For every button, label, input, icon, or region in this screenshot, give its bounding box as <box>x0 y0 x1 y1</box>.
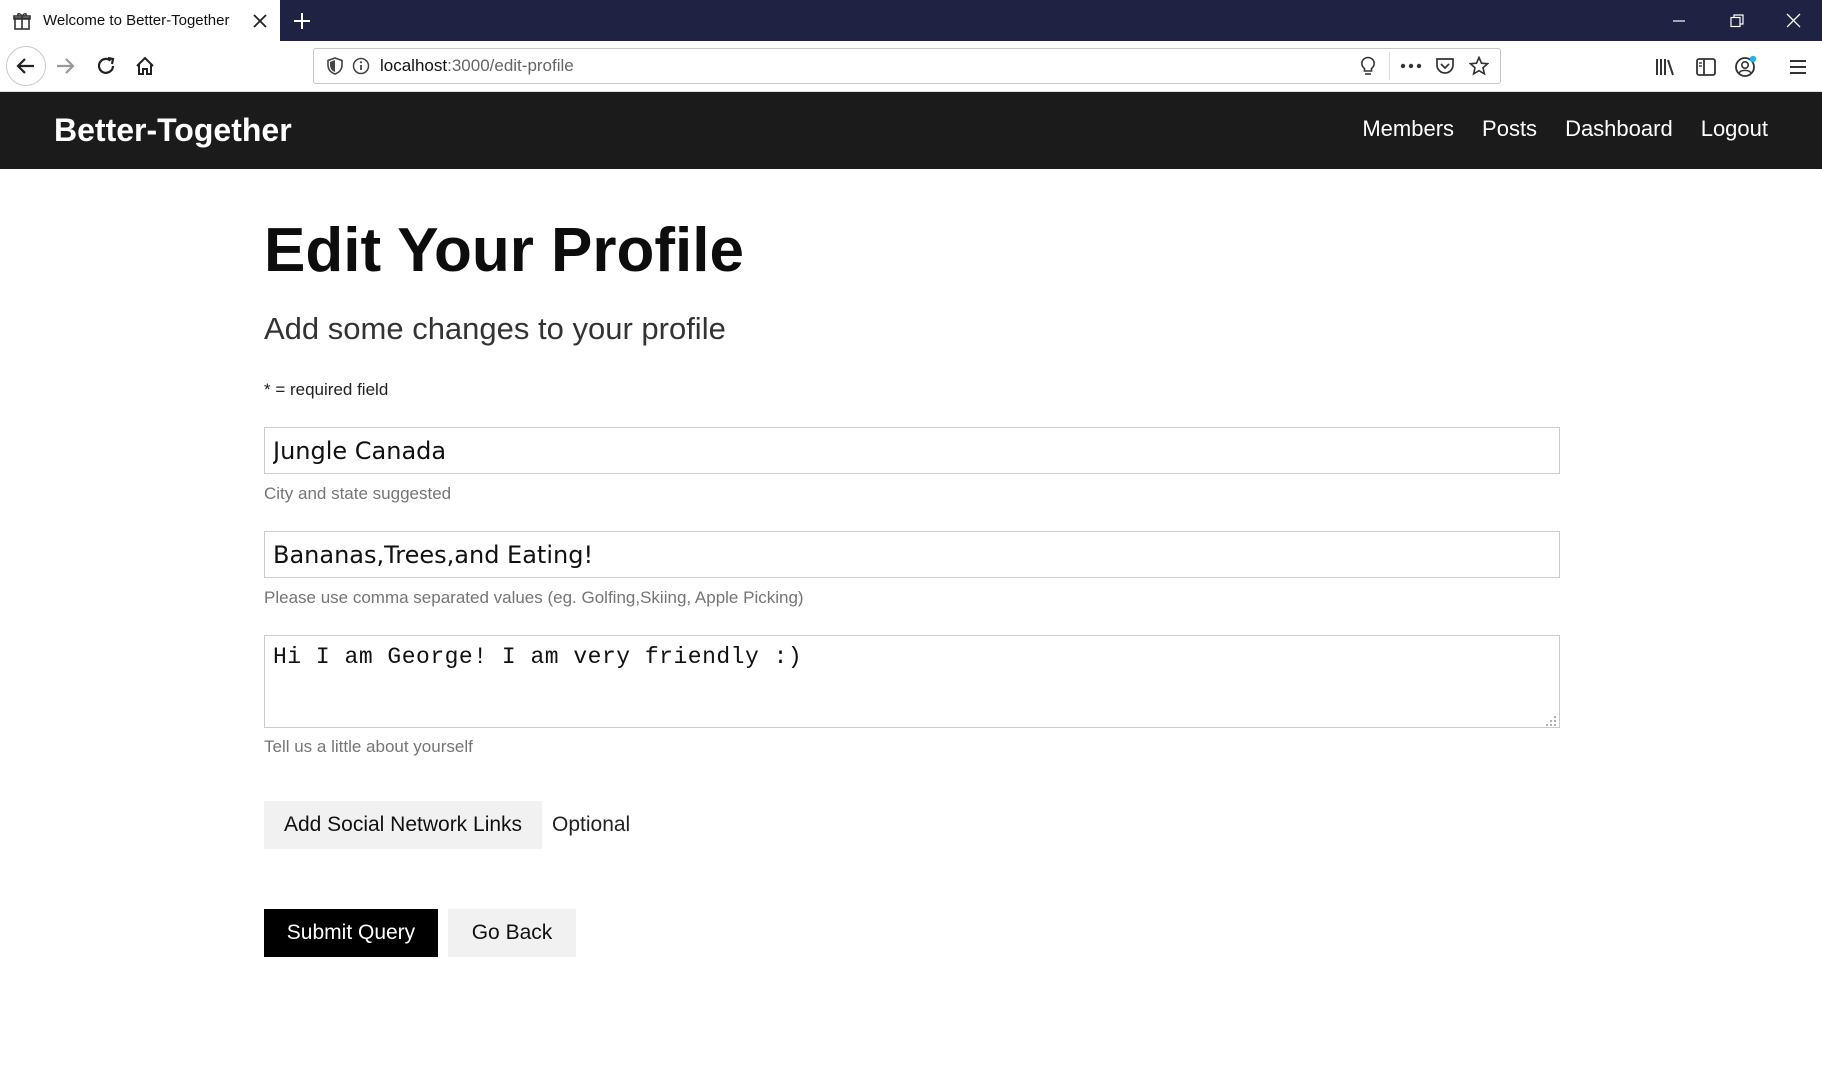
library-icon[interactable] <box>1651 53 1679 81</box>
interests-help: Please use comma separated values (eg. G… <box>264 588 804 607</box>
hamburger-menu-icon[interactable] <box>1784 53 1812 81</box>
shield-icon[interactable] <box>322 53 348 79</box>
location-input[interactable] <box>264 427 1560 474</box>
nav-link-logout[interactable]: Logout <box>1701 116 1768 142</box>
arrow-left-icon[interactable] <box>6 46 46 86</box>
reload-icon[interactable] <box>87 47 125 85</box>
submit-button[interactable]: Submit Query <box>264 909 438 957</box>
location-help: City and state suggested <box>264 484 452 503</box>
home-icon[interactable] <box>126 47 164 85</box>
minimize-icon[interactable] <box>1650 0 1707 41</box>
nav-link-dashboard[interactable]: Dashboard <box>1565 116 1673 142</box>
url-text: localhost:3000/edit-profile <box>380 56 574 75</box>
bio-textarea[interactable]: Hi I am George! I am very friendly :) <box>264 635 1560 728</box>
browser-tab[interactable]: Welcome to Better-Together <box>0 0 280 41</box>
info-icon[interactable] <box>348 53 374 79</box>
window-close-icon[interactable] <box>1765 0 1822 41</box>
page-title: Edit Your Profile <box>264 216 744 285</box>
browser-navbar: localhost:3000/edit-profile <box>0 41 1822 92</box>
plus-icon[interactable] <box>286 5 318 37</box>
required-note: * = required field <box>264 380 389 399</box>
tab-title: Welcome to Better-Together <box>43 12 230 29</box>
restore-icon[interactable] <box>1708 0 1765 41</box>
url-separator <box>1389 52 1390 80</box>
resize-grip-icon[interactable] <box>1545 714 1557 726</box>
nav-link-members[interactable]: Members <box>1362 116 1454 142</box>
go-back-button[interactable]: Go Back <box>448 909 576 957</box>
page-subtitle: Add some changes to your profile <box>264 311 726 346</box>
account-icon[interactable] <box>1732 53 1760 81</box>
close-icon[interactable] <box>246 7 274 35</box>
browser-tab-strip: Welcome to Better-Together <box>0 0 1822 41</box>
site-header: Better-Together Members Posts Dashboard … <box>0 92 1822 169</box>
nav-link-posts[interactable]: Posts <box>1482 116 1537 142</box>
arrow-right-icon[interactable] <box>46 47 84 85</box>
sidebar-icon[interactable] <box>1692 53 1720 81</box>
optional-label: Optional <box>552 813 631 836</box>
url-bar[interactable]: localhost:3000/edit-profile <box>313 48 1501 84</box>
star-icon[interactable] <box>1466 53 1492 79</box>
add-social-links-button[interactable]: Add Social Network Links <box>264 801 542 849</box>
gift-icon <box>13 12 31 30</box>
lightbulb-icon[interactable] <box>1355 53 1381 79</box>
bio-help: Tell us a little about yourself <box>264 737 473 756</box>
pocket-icon[interactable] <box>1432 53 1458 79</box>
site-brand[interactable]: Better-Together <box>54 112 292 149</box>
site-nav: Members Posts Dashboard Logout <box>1362 116 1768 142</box>
more-icon[interactable] <box>1398 53 1424 79</box>
interests-input[interactable] <box>264 531 1560 578</box>
